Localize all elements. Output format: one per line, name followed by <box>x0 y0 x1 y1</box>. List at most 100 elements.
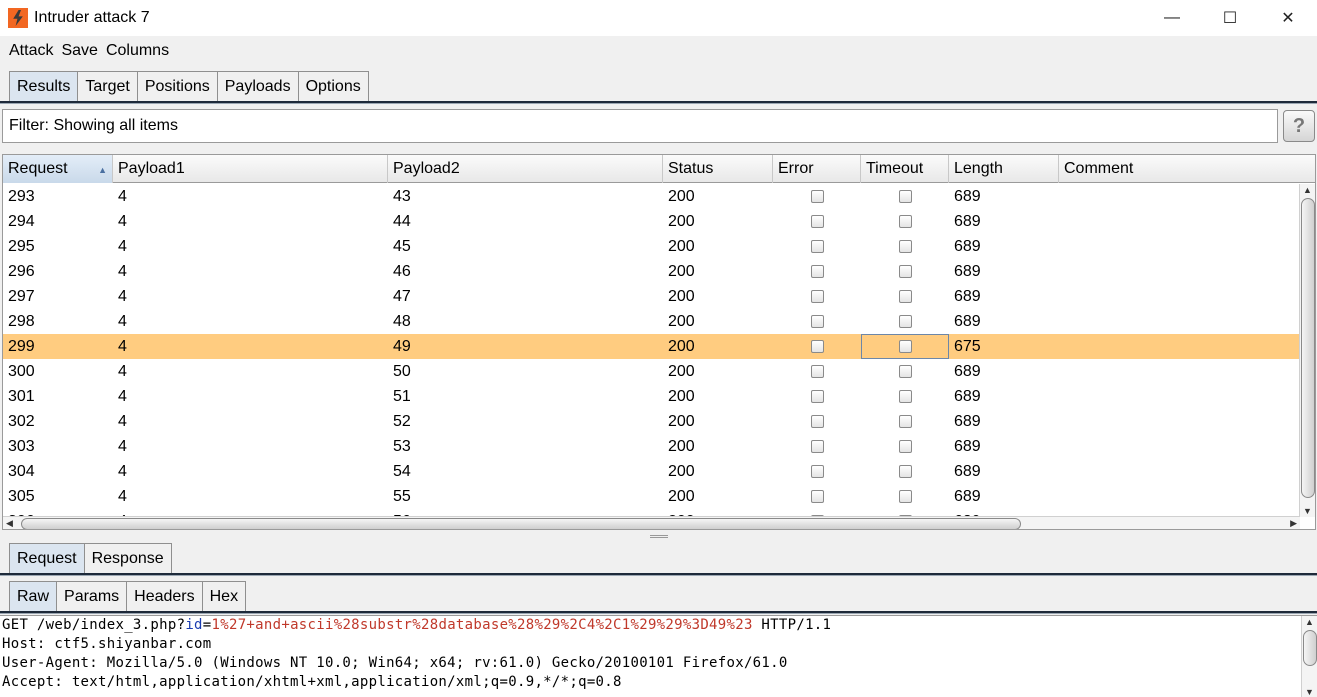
table-row-selected[interactable]: 299 4 49 200 675 <box>3 334 1300 359</box>
table-horizontal-scrollbar[interactable]: ◀ ▶ <box>3 516 1300 529</box>
editor-scroll-down-icon[interactable]: ▼ <box>1305 687 1314 697</box>
tab-params[interactable]: Params <box>56 581 128 611</box>
cell-comment <box>1059 184 1064 209</box>
tab-request[interactable]: Request <box>9 543 85 573</box>
error-checkbox[interactable] <box>811 190 824 203</box>
cell-status: 200 <box>668 237 695 255</box>
tab-response[interactable]: Response <box>83 543 172 573</box>
split-pane-divider[interactable] <box>650 535 668 538</box>
timeout-checkbox[interactable] <box>899 240 912 253</box>
tab-target[interactable]: Target <box>77 71 138 101</box>
cell-length: 689 <box>954 462 981 480</box>
help-button[interactable]: ? <box>1283 110 1315 142</box>
editor-scroll-up-icon[interactable]: ▲ <box>1305 617 1314 627</box>
error-checkbox[interactable] <box>811 490 824 503</box>
error-checkbox[interactable] <box>811 240 824 253</box>
table-row[interactable]: 294 4 44 200 689 <box>3 209 1300 234</box>
column-header-payload1[interactable]: Payload1 <box>113 155 388 183</box>
column-header-length[interactable]: Length <box>949 155 1059 183</box>
cell-payload2: 50 <box>393 362 411 380</box>
cell-comment <box>1059 434 1064 459</box>
scroll-up-icon[interactable]: ▲ <box>1303 185 1312 195</box>
timeout-checkbox[interactable] <box>899 390 912 403</box>
error-checkbox[interactable] <box>811 390 824 403</box>
filter-bar[interactable]: Filter: Showing all items <box>2 109 1278 143</box>
error-checkbox[interactable] <box>811 290 824 303</box>
column-header-error[interactable]: Error <box>773 155 861 183</box>
error-checkbox[interactable] <box>811 365 824 378</box>
editor-vertical-scrollbar[interactable]: ▲ ▼ <box>1301 616 1317 697</box>
timeout-checkbox[interactable] <box>899 440 912 453</box>
timeout-checkbox[interactable] <box>899 190 912 203</box>
error-checkbox[interactable] <box>811 440 824 453</box>
minimize-button[interactable]: — <box>1143 0 1201 36</box>
timeout-checkbox[interactable] <box>899 215 912 228</box>
timeout-checkbox[interactable] <box>899 465 912 478</box>
tab-positions[interactable]: Positions <box>136 71 218 101</box>
table-row[interactable]: 295 4 45 200 689 <box>3 234 1300 259</box>
timeout-checkbox[interactable] <box>899 490 912 503</box>
cell-payload1: 4 <box>118 187 127 205</box>
cell-request: 296 <box>8 262 35 280</box>
cell-payload1: 4 <box>118 412 127 430</box>
scroll-left-icon[interactable]: ◀ <box>6 518 13 529</box>
error-checkbox[interactable] <box>811 415 824 428</box>
column-header-request[interactable]: Request ▲ <box>3 155 113 183</box>
scroll-right-icon[interactable]: ▶ <box>1290 518 1297 529</box>
table-row[interactable]: 297 4 47 200 689 <box>3 284 1300 309</box>
cell-payload2: 55 <box>393 487 411 505</box>
table-horizontal-scroll-thumb[interactable] <box>21 518 1021 529</box>
table-vertical-scrollbar[interactable]: ▲ ▼ <box>1299 184 1315 517</box>
table-row[interactable]: 305 4 55 200 689 <box>3 484 1300 509</box>
tab-results[interactable]: Results <box>9 71 79 101</box>
tab-payloads[interactable]: Payloads <box>216 71 299 101</box>
cell-request: 305 <box>8 487 35 505</box>
tab-raw[interactable]: Raw <box>9 581 58 611</box>
menu-save[interactable]: Save <box>61 42 97 60</box>
table-row[interactable]: 301 4 51 200 689 <box>3 384 1300 409</box>
cell-payload1: 4 <box>118 487 127 505</box>
timeout-checkbox[interactable] <box>899 265 912 278</box>
cell-payload2: 51 <box>393 387 411 405</box>
table-row[interactable]: 298 4 48 200 689 <box>3 309 1300 334</box>
table-row[interactable]: 304 4 54 200 689 <box>3 459 1300 484</box>
column-header-timeout[interactable]: Timeout <box>861 155 949 183</box>
column-header-status[interactable]: Status <box>663 155 773 183</box>
table-row[interactable]: 302 4 52 200 689 <box>3 409 1300 434</box>
title-bar: Intruder attack 7 — ☐ ✕ <box>0 0 1317 36</box>
cell-length: 689 <box>954 312 981 330</box>
error-checkbox[interactable] <box>811 265 824 278</box>
table-row[interactable]: 303 4 53 200 689 <box>3 434 1300 459</box>
timeout-checkbox[interactable] <box>899 365 912 378</box>
close-button[interactable]: ✕ <box>1259 0 1317 36</box>
window-controls: — ☐ ✕ <box>1143 0 1317 36</box>
tab-headers[interactable]: Headers <box>126 581 203 611</box>
menu-columns[interactable]: Columns <box>106 42 169 60</box>
error-checkbox[interactable] <box>811 215 824 228</box>
error-checkbox[interactable] <box>811 340 824 353</box>
scroll-down-icon[interactable]: ▼ <box>1303 506 1312 516</box>
column-header-payload2[interactable]: Payload2 <box>388 155 663 183</box>
cell-length: 689 <box>954 237 981 255</box>
burp-app-icon <box>8 8 28 28</box>
table-row[interactable]: 296 4 46 200 689 <box>3 259 1300 284</box>
editor-scroll-thumb[interactable] <box>1303 630 1317 666</box>
cell-comment <box>1059 209 1064 234</box>
column-header-comment[interactable]: Comment <box>1059 155 1315 183</box>
timeout-checkbox[interactable] <box>899 415 912 428</box>
error-checkbox[interactable] <box>811 315 824 328</box>
table-vertical-scroll-thumb[interactable] <box>1301 198 1315 498</box>
timeout-checkbox[interactable] <box>899 315 912 328</box>
table-row[interactable]: 293 4 43 200 689 <box>3 184 1300 209</box>
table-row[interactable]: 300 4 50 200 689 <box>3 359 1300 384</box>
tab-hex[interactable]: Hex <box>201 581 247 611</box>
raw-request-editor[interactable]: GET /web/index_3.php?id=1%27+and+ascii%2… <box>0 615 1317 697</box>
request-line: GET /web/index_3.php?id=1%27+and+ascii%2… <box>2 617 832 633</box>
tab-divider <box>0 101 1317 104</box>
timeout-checkbox[interactable] <box>899 290 912 303</box>
menu-attack[interactable]: Attack <box>9 42 53 60</box>
cell-comment <box>1059 359 1064 384</box>
tab-options[interactable]: Options <box>297 71 369 101</box>
error-checkbox[interactable] <box>811 465 824 478</box>
maximize-button[interactable]: ☐ <box>1201 0 1259 36</box>
